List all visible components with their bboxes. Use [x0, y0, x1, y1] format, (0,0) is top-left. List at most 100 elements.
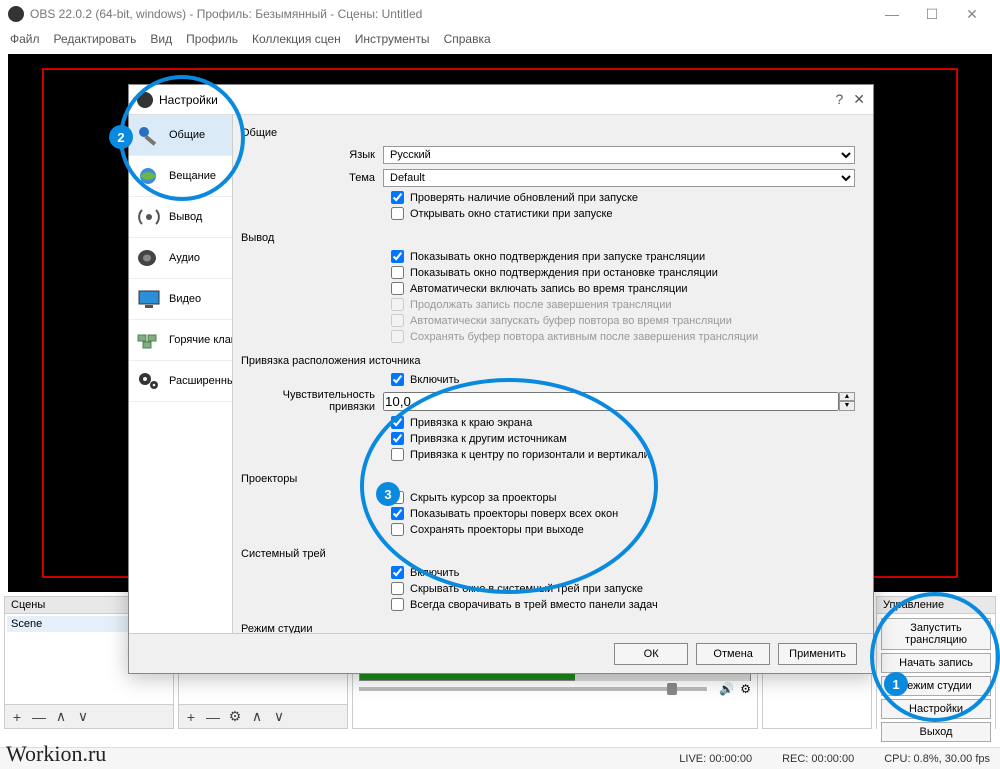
main-titlebar: OBS 22.0.2 (64-bit, windows) - Профиль: … [0, 0, 1000, 28]
chk-tray-minimize[interactable] [391, 598, 404, 611]
wrench-icon [135, 123, 163, 147]
mixer-mic-slider[interactable] [359, 687, 707, 691]
chk-proj-always-top[interactable] [391, 507, 404, 520]
check-stats-label: Открывать окно статистики при запуске [410, 208, 613, 220]
theme-select[interactable]: Default [383, 169, 855, 187]
minimize-button[interactable]: — [872, 0, 912, 28]
group-output-title: Вывод [241, 228, 855, 250]
category-advanced[interactable]: Расширенны [129, 361, 232, 402]
ok-button[interactable]: ОК [614, 643, 688, 665]
window-title: OBS 22.0.2 (64-bit, windows) - Профиль: … [30, 7, 422, 21]
category-advanced-label: Расширенны [169, 375, 233, 387]
category-audio-label: Аудио [169, 252, 200, 264]
remove-source-button[interactable]: — [205, 709, 221, 725]
chk-snap-center-label: Привязка к центру по горизонтали и верти… [410, 449, 650, 461]
category-video[interactable]: Видео [129, 279, 232, 320]
exit-button[interactable]: Выход [881, 722, 991, 742]
chk-snap-sources[interactable] [391, 432, 404, 445]
add-scene-button[interactable]: + [9, 709, 25, 725]
chk-confirm-start[interactable] [391, 250, 404, 263]
dialog-title-text: Настройки [159, 93, 218, 107]
mixer-mic-settings-icon[interactable]: ⚙ [740, 682, 751, 696]
close-button[interactable]: ✕ [952, 0, 992, 28]
settings-button[interactable]: Настройки [881, 699, 991, 719]
source-settings-button[interactable]: ⚙ [227, 708, 243, 725]
chk-tray-hide[interactable] [391, 582, 404, 595]
dialog-help-button[interactable]: ? [835, 91, 843, 108]
menu-tools[interactable]: Инструменты [355, 32, 430, 46]
chk-keep-replay [391, 330, 404, 343]
chk-snap-center[interactable] [391, 448, 404, 461]
group-general-title: Общие [241, 123, 855, 145]
chk-snap-sources-label: Привязка к другим источникам [410, 433, 567, 445]
watermark-text: Workion.ru [6, 741, 106, 767]
menu-view[interactable]: Вид [150, 32, 172, 46]
group-snap-title: Привязка расположения источника [241, 351, 855, 373]
main-menubar: Файл Редактировать Вид Профиль Коллекция… [0, 28, 1000, 50]
chk-proj-hide-cursor-label: Скрыть курсор за проекторы [410, 492, 556, 504]
chk-tray-hide-label: Скрывать окно в системный трей при запус… [410, 583, 643, 595]
scene-down-button[interactable]: ∨ [75, 708, 91, 725]
chk-proj-save-label: Сохранять проекторы при выходе [410, 524, 584, 536]
apply-button[interactable]: Применить [778, 643, 857, 665]
category-stream-label: Вещание [169, 170, 216, 182]
source-down-button[interactable]: ∨ [271, 708, 287, 725]
remove-scene-button[interactable]: — [31, 709, 47, 725]
category-audio[interactable]: Аудио [129, 238, 232, 279]
chk-auto-replay [391, 314, 404, 327]
maximize-button[interactable]: ☐ [912, 0, 952, 28]
category-output[interactable]: Вывод [129, 197, 232, 238]
check-stats[interactable] [391, 207, 404, 220]
start-record-button[interactable]: Начать запись [881, 653, 991, 673]
speaker-icon [135, 246, 163, 270]
menu-file[interactable]: Файл [10, 32, 40, 46]
category-video-label: Видео [169, 293, 201, 305]
chk-proj-always-top-label: Показывать проекторы поверх всех окон [410, 508, 618, 520]
cancel-button[interactable]: Отмена [696, 643, 770, 665]
category-stream[interactable]: Вещание [129, 156, 232, 197]
chk-keep-replay-label: Сохранять буфер повтора активным после з… [410, 331, 758, 343]
menu-profile[interactable]: Профиль [186, 32, 238, 46]
start-stream-button[interactable]: Запустить трансляцию [881, 618, 991, 650]
chk-proj-hide-cursor[interactable] [391, 491, 404, 504]
source-up-button[interactable]: ∧ [249, 708, 265, 725]
spin-up-icon[interactable]: ▲ [839, 392, 855, 402]
chk-snap-enable[interactable] [391, 373, 404, 386]
antenna-icon [135, 205, 163, 229]
studio-mode-button[interactable]: Режим студии [881, 676, 991, 696]
chk-auto-record[interactable] [391, 282, 404, 295]
status-live: LIVE: 00:00:00 [679, 753, 752, 765]
scene-up-button[interactable]: ∧ [53, 708, 69, 725]
check-updates[interactable] [391, 191, 404, 204]
controls-panel: Управление Запустить трансляцию Начать з… [876, 596, 996, 729]
chk-confirm-start-label: Показывать окно подтверждения при запуск… [410, 251, 705, 263]
category-hotkeys[interactable]: Горячие клав [129, 320, 232, 361]
settings-content[interactable]: Общие Язык Русский Тема Default Проверят… [233, 115, 873, 633]
chk-confirm-stop-label: Показывать окно подтверждения при остано… [410, 267, 718, 279]
chk-confirm-stop[interactable] [391, 266, 404, 279]
spin-down-icon[interactable]: ▼ [839, 401, 855, 411]
status-rec: REC: 00:00:00 [782, 753, 854, 765]
chk-proj-save[interactable] [391, 523, 404, 536]
chk-tray-enable[interactable] [391, 566, 404, 579]
mixer-mic-icon[interactable]: 🔊 [719, 682, 734, 696]
gears-icon [135, 369, 163, 393]
add-source-button[interactable]: + [183, 709, 199, 725]
menu-help[interactable]: Справка [444, 32, 491, 46]
language-select[interactable]: Русский [383, 146, 855, 164]
menu-scene-collection[interactable]: Коллекция сцен [252, 32, 341, 46]
group-tray-title: Системный трей [241, 544, 855, 566]
settings-dialog: Настройки ? ✕ Общие Вещание Вывод Аудио [128, 84, 874, 674]
settings-category-list: Общие Вещание Вывод Аудио Видео Горячие … [129, 115, 233, 633]
chk-snap-edge-label: Привязка к краю экрана [410, 417, 532, 429]
category-output-label: Вывод [169, 211, 202, 223]
chk-tray-enable-label: Включить [410, 567, 459, 579]
dialog-titlebar: Настройки ? ✕ [129, 85, 873, 115]
status-bar: LIVE: 00:00:00 REC: 00:00:00 CPU: 0.8%, … [0, 747, 1000, 769]
dialog-button-bar: ОК Отмена Применить [129, 633, 873, 673]
snap-sens-input[interactable] [383, 392, 839, 411]
category-general[interactable]: Общие [129, 115, 232, 156]
chk-snap-edge[interactable] [391, 416, 404, 429]
dialog-close-button[interactable]: ✕ [853, 91, 865, 108]
menu-edit[interactable]: Редактировать [54, 32, 137, 46]
